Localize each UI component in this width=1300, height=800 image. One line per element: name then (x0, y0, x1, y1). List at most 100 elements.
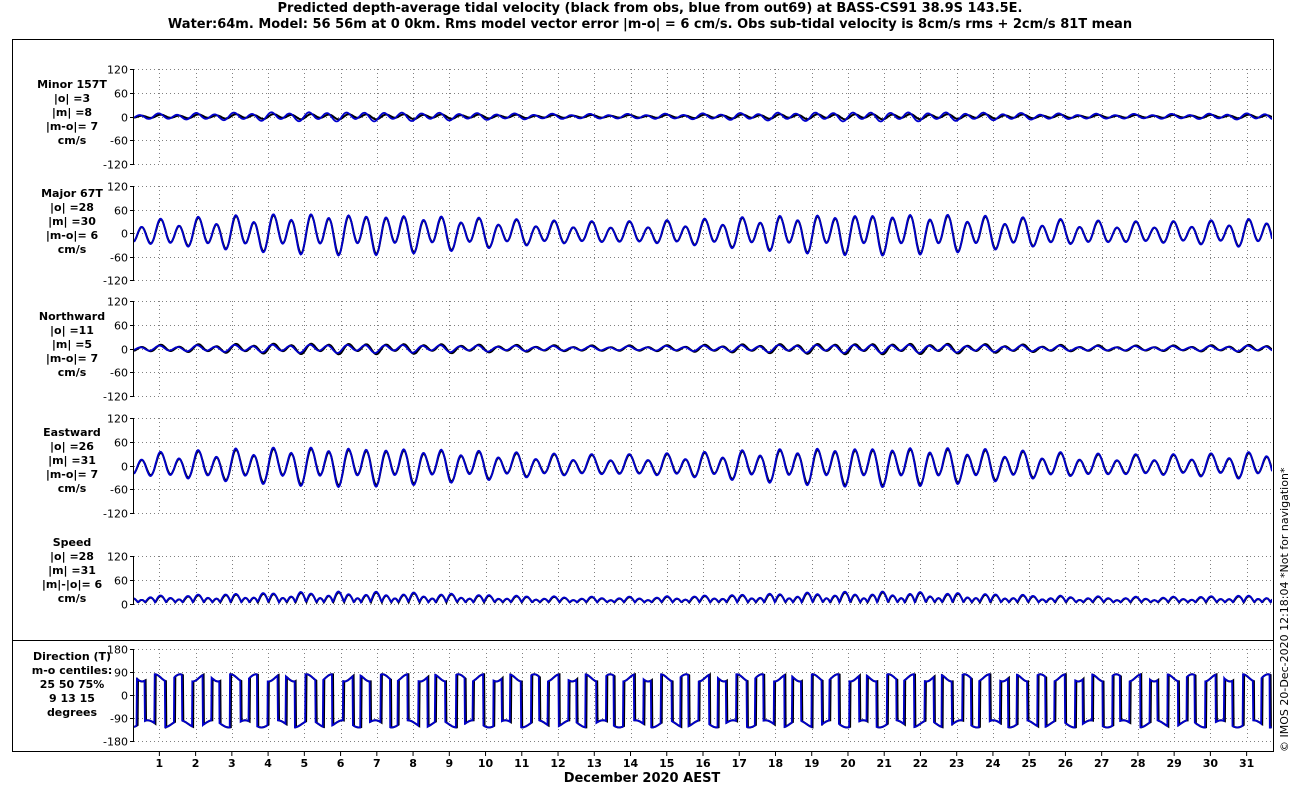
x-tick-label: 22 (913, 757, 928, 770)
x-tick-label: 9 (445, 757, 453, 770)
y-tick-label: -120 (103, 391, 128, 404)
x-tick-label: 10 (478, 757, 494, 770)
x-tick-label: 3 (228, 757, 236, 770)
panel-label-line: |o| =26 (50, 440, 94, 453)
panel-label-line: degrees (47, 706, 98, 719)
upper-frame (12, 39, 1274, 641)
x-tick-label: 13 (587, 757, 602, 770)
tidal-velocity-figure: -120-60060120Minor 157T|o| =3|m| =8|m-o|… (12, 39, 1291, 786)
y-tick-label: 60 (114, 205, 128, 218)
panel-label-line: Eastward (43, 426, 101, 439)
x-tick-label: 16 (695, 757, 711, 770)
x-tick-label: 12 (550, 757, 565, 770)
x-tick-label: 31 (1239, 757, 1254, 770)
x-tick-label: 26 (1058, 757, 1074, 770)
x-tick-label: 20 (840, 757, 856, 770)
x-tick-label: 11 (514, 757, 529, 770)
x-tick-label: 19 (804, 757, 819, 770)
panel-label-line: Direction (T) (33, 650, 111, 663)
y-tick-label: -120 (103, 508, 128, 521)
y-tick-label: 120 (107, 296, 128, 309)
y-tick-label: -180 (103, 736, 128, 749)
y-tick-label: 120 (107, 551, 128, 564)
panel-label-line: |o| =11 (50, 324, 94, 337)
x-tick-label: 30 (1203, 757, 1219, 770)
panel-label-line: Speed (53, 536, 92, 549)
panel-minor: -120 -60 0 60 120Minor 157T|o| =3|m| =8|m-o|… (37, 64, 1272, 172)
panel-label-line: |m|-|o|= 6 (42, 578, 103, 591)
x-tick-label: 14 (623, 757, 639, 770)
x-tick-label: 7 (373, 757, 381, 770)
y-tick-label: -90 (110, 713, 128, 726)
series-line-out69 (134, 673, 1272, 729)
panel-label-line: |o| =3 (54, 92, 90, 105)
y-tick-label: 60 (114, 437, 128, 450)
panel-label-line: Northward (39, 310, 105, 323)
x-tick-label: 21 (877, 757, 892, 770)
y-tick-label: -60 (110, 135, 128, 148)
x-axis-label: December 2020 AEST (564, 771, 721, 786)
y-tick-label: 120 (107, 413, 128, 426)
x-tick-label: 1 (156, 757, 164, 770)
panel-label-line: |m-o|= 7 (46, 352, 98, 365)
y-tick-label: 0 (121, 112, 128, 125)
y-tick-label: -120 (103, 275, 128, 288)
panel-eastward: -120 -60 0 60 120 Eastward|o| =26|m| =31|m-o|… (43, 413, 1272, 521)
x-tick-label: 17 (732, 757, 747, 770)
panel-label-line: cm/s (58, 243, 87, 256)
y-tick-label: 0 (121, 461, 128, 474)
y-tick-label: 0 (121, 690, 128, 703)
panel-label-line: 9 13 15 (49, 692, 95, 705)
y-tick-label: -60 (110, 484, 128, 497)
panel-label-line: 25 50 75% (40, 678, 105, 691)
y-tick-label: 0 (121, 228, 128, 241)
panel-label-line: |m| =31 (48, 454, 96, 467)
panel-label-line: |m-o|= 7 (46, 120, 98, 133)
y-tick-label: 60 (114, 88, 128, 101)
y-tick-label: 0 (121, 344, 128, 357)
panel-label-line: m-o centiles: (32, 664, 112, 677)
x-tick-label: 25 (1022, 757, 1037, 770)
x-tick-label: 4 (264, 757, 272, 770)
panel-label-line: |o| =28 (50, 201, 94, 214)
copyright-side-text: © IMOS 20-Dec-2020 12:18:04 *Not for nav… (1278, 467, 1291, 752)
y-tick-label: 120 (107, 181, 128, 194)
x-tick-label: 2 (192, 757, 200, 770)
panel-label-line: |m-o|= 6 (46, 229, 99, 242)
panel-label-line: |m-o|= 7 (46, 468, 98, 481)
x-tick-label: 18 (768, 757, 783, 770)
y-tick-label: -60 (110, 367, 128, 380)
panel-direction: -180-90090180Direction (T)m-o centiles:2… (32, 644, 1272, 749)
x-tick-label: 29 (1166, 757, 1181, 770)
panel-label-line: Major 67T (41, 187, 103, 200)
y-tick-label: 0 (121, 599, 128, 612)
panel-label-line: Minor 157T (37, 78, 107, 91)
y-tick-label: 120 (107, 64, 128, 77)
panel-northward: -120 -60 0 60 120Northward|o| =11|m| =5|m-o|… (39, 296, 1272, 404)
panel-label-line: |m| =8 (52, 106, 92, 119)
x-tick-label: 5 (301, 757, 309, 770)
x-tick-label: 28 (1130, 757, 1145, 770)
panel-label-line: cm/s (58, 482, 87, 495)
y-tick-label: -60 (110, 252, 128, 265)
panel-speed: 0 60 120 Speed|o| =28|m| =31|m|-|o|= 6cm/s (42, 536, 1272, 612)
panel-label-line: |o| =28 (50, 550, 94, 563)
panel-label-line: cm/s (58, 592, 87, 605)
y-tick-label: -120 (103, 159, 128, 172)
x-tick-label: 8 (409, 757, 417, 770)
panel-label-line: |m| =30 (48, 215, 96, 228)
panel-label-line: |m| =5 (52, 338, 92, 351)
x-tick-label: 6 (337, 757, 345, 770)
x-tick-label: 23 (949, 757, 964, 770)
panel-label-line: |m| =31 (48, 564, 96, 577)
x-tick-label: 15 (659, 757, 674, 770)
x-tick-label: 27 (1094, 757, 1109, 770)
panel-major: -120 -60 0 60 120 Major 67T|o| =28|m| =30|m-o… (41, 181, 1272, 288)
panel-label-line: cm/s (58, 366, 87, 379)
y-tick-label: 90 (114, 667, 128, 680)
panel-label-line: cm/s (58, 134, 87, 147)
x-tick-label: 24 (985, 757, 1001, 770)
y-tick-label: 60 (114, 320, 128, 333)
y-tick-label: 60 (114, 575, 128, 588)
series-line-out69 (134, 446, 1272, 489)
